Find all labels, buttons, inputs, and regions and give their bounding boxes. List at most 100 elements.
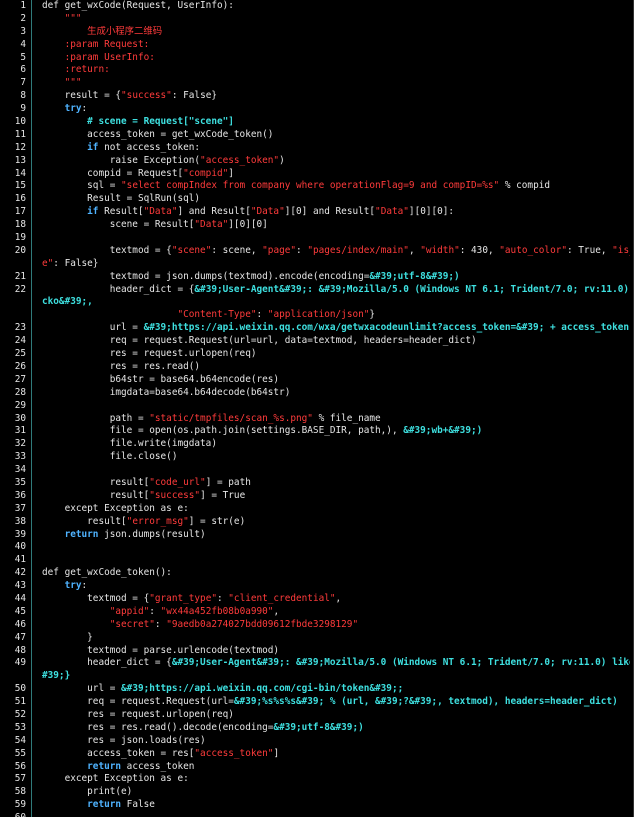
code-line[interactable]: 24 req = request.Request(url=url, data=t…	[0, 335, 634, 348]
code-token: except Exception as e:	[42, 502, 189, 514]
code-line[interactable]: 36 result["success"] = True	[0, 490, 634, 503]
code-line[interactable]: 13 raise Exception("access_token")	[0, 155, 634, 168]
code-line[interactable]: 48 textmod = parse.urlencode(textmod)	[0, 645, 634, 658]
code-line[interactable]: 5 :param UserInfo:	[0, 52, 634, 65]
code-line[interactable]: 29	[0, 400, 634, 413]
code-text: def get_wxCode_token():	[42, 567, 630, 580]
code-line[interactable]: 47 }	[0, 632, 634, 645]
code-line[interactable]: 28 imgdata=base64.b64decode(b64str)	[0, 387, 634, 400]
code-token: "code_url"	[149, 476, 206, 488]
code-token: # scene = Request["scene"]	[42, 116, 234, 128]
code-line[interactable]: 19	[0, 232, 634, 245]
code-token: ]	[273, 747, 280, 759]
code-text: res = res.read().decode(encoding=&#39;ut…	[42, 722, 630, 735]
code-line[interactable]: 15 sql = "select compIndex from company …	[0, 180, 634, 193]
code-editor[interactable]: 1 def get_wxCode(Request, UserInfo): 2 """…	[0, 0, 634, 817]
code-line[interactable]: 16 Result = SqlRun(sql)	[0, 193, 634, 206]
code-token: access_token = res[	[42, 747, 195, 759]
code-line[interactable]: 11 access_token = get_wxCode_token()	[0, 129, 634, 142]
code-line[interactable]: 21 textmod = json.dumps(textmod).encode(…	[0, 271, 634, 284]
code-line[interactable]: 44 textmod = {"grant_type": "client_cred…	[0, 593, 634, 606]
code-line[interactable]: 35 result["code_url"] = path	[0, 477, 634, 490]
code-line-continuation[interactable]: #39;}	[0, 670, 634, 683]
code-line[interactable]: 10 # scene = Request["scene"]	[0, 116, 634, 129]
line-number: 48	[14, 644, 26, 656]
code-line[interactable]: 51 req = request.Request(url=&#39;%s%s%s…	[0, 696, 634, 709]
code-line[interactable]: 41	[0, 554, 634, 567]
code-line[interactable]: 39 return json.dumps(result)	[0, 529, 634, 542]
code-text: except Exception as e:	[42, 773, 630, 786]
code-line[interactable]: 14 compid = Request["compid"]	[0, 168, 634, 181]
code-line[interactable]: 58 print(e)	[0, 786, 634, 799]
code-text: textmod = json.dumps(textmod).encode(enc…	[42, 271, 630, 284]
code-line-continuation[interactable]: cko&#39;,	[0, 296, 634, 309]
code-line[interactable]: 18 scene = Result["Data"][0][0]	[0, 219, 634, 232]
code-line[interactable]: 34	[0, 464, 634, 477]
code-line[interactable]: 25 res = request.urlopen(req)	[0, 348, 634, 361]
code-line-continuation[interactable]: e": False}	[0, 258, 634, 271]
code-token: :	[81, 103, 88, 115]
code-line[interactable]: 30 path = "static/tmpfiles/scan_%s.png" …	[0, 413, 634, 426]
line-number: 28	[14, 386, 26, 398]
code-line[interactable]: 4 :param Request:	[0, 39, 634, 52]
code-line[interactable]: 17 if Result["Data"] and Result["Data"][…	[0, 206, 634, 219]
code-line[interactable]: 43 try:	[0, 580, 634, 593]
code-line[interactable]: 50 url = &#39;https://api.weixin.qq.com/…	[0, 683, 634, 696]
code-line[interactable]: 27 b64str = base64.b64encode(res)	[0, 374, 634, 387]
code-token: ,	[408, 244, 421, 256]
code-line[interactable]: 7 """	[0, 77, 634, 90]
code-line[interactable]: 53 res = res.read().decode(encoding=&#39…	[0, 722, 634, 735]
code-line[interactable]: 37 except Exception as e:	[0, 503, 634, 516]
code-text: textmod = {"scene": scene, "page": "page…	[42, 245, 630, 258]
code-token: "application/json"	[267, 309, 370, 321]
code-line[interactable]: 60	[0, 812, 634, 817]
code-text: return access_token	[42, 761, 630, 774]
code-line[interactable]: 54 res = json.loads(res)	[0, 735, 634, 748]
code-line[interactable]: 56 return access_token	[0, 761, 634, 774]
line-number: 52	[14, 708, 26, 720]
code-token: access_token = get_wxCode_token()	[42, 128, 274, 140]
code-line[interactable]: 3 生成小程序二维码	[0, 26, 634, 39]
code-line[interactable]: 55 access_token = res["access_token"]	[0, 748, 634, 761]
code-line[interactable]: 45 "appid": "wx44a452fb08b0a990",	[0, 606, 634, 619]
code-line[interactable]: 46 "secret": "9aedb0a274027bdd09612fbde3…	[0, 619, 634, 632]
code-line[interactable]: 33 file.close()	[0, 451, 634, 464]
code-line[interactable]: 9 try:	[0, 103, 634, 116]
code-token: &#39;utf-8&#39;)	[273, 721, 364, 733]
line-number: 27	[14, 373, 26, 385]
code-token: ][0][0]	[228, 219, 268, 231]
line-number: 56	[14, 760, 26, 772]
code-text: raise Exception("access_token")	[42, 155, 630, 168]
code-line[interactable]: 59 return False	[0, 799, 634, 812]
code-text: def get_wxCode(Request, UserInfo):	[42, 0, 630, 13]
code-line[interactable]: 40	[0, 541, 634, 554]
code-line[interactable]: 38 result["error_msg"] = str(e)	[0, 516, 634, 529]
code-line[interactable]: 8 result = {"success": False}	[0, 90, 634, 103]
code-line[interactable]: 32 file.write(imgdata)	[0, 438, 634, 451]
code-line[interactable]: 52 res = request.urlopen(req)	[0, 709, 634, 722]
code-line[interactable]: 1 def get_wxCode(Request, UserInfo):	[0, 0, 634, 13]
code-line[interactable]: 20 textmod = {"scene": scene, "page": "p…	[0, 245, 634, 258]
code-line[interactable]: 22 header_dict = {&#39;User-Agent&#39;: …	[0, 284, 634, 297]
code-line-continuation[interactable]: "Content-Type": "application/json"}	[0, 309, 634, 322]
code-line[interactable]: 31 file = open(os.path.join(settings.BAS…	[0, 425, 634, 438]
code-token: : scene,	[211, 244, 263, 256]
code-line[interactable]: 6 :return:	[0, 64, 634, 77]
code-line[interactable]: 49 header_dict = {&#39;User-Agent&#39;: …	[0, 657, 634, 670]
code-token: "width"	[420, 244, 460, 256]
code-line[interactable]: 42 def get_wxCode_token():	[0, 567, 634, 580]
code-token: }	[369, 309, 376, 321]
line-number: 34	[14, 464, 26, 476]
code-line[interactable]: 2 """	[0, 13, 634, 26]
code-line[interactable]: 26 res = res.read()	[0, 361, 634, 374]
code-lines[interactable]: 1 def get_wxCode(Request, UserInfo): 2 """…	[0, 0, 634, 817]
line-number: 20	[14, 244, 26, 256]
code-line[interactable]: 57 except Exception as e:	[0, 773, 634, 786]
line-number: 21	[14, 270, 26, 282]
code-line[interactable]: 12 if not access_token:	[0, 142, 634, 155]
code-line[interactable]: 23 url = &#39;https://api.weixin.qq.com/…	[0, 322, 634, 335]
code-text: result["code_url"] = path	[42, 477, 630, 490]
